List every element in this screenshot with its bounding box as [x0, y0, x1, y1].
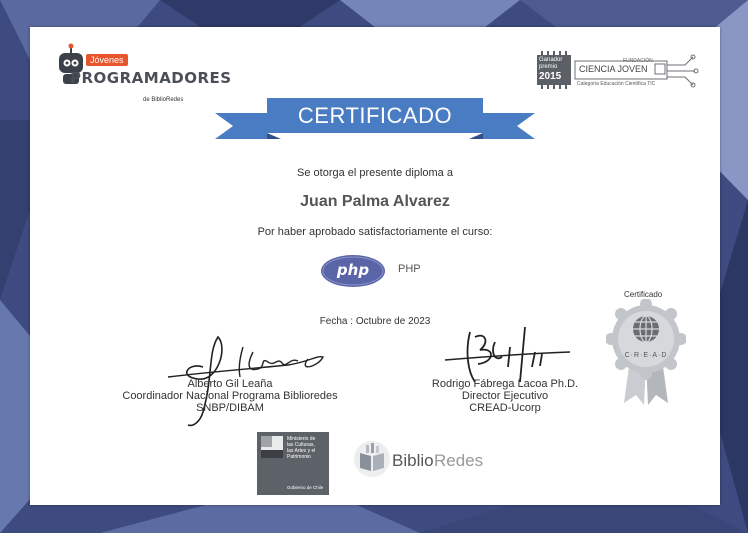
- ministerio-line4: Patrimonio: [287, 454, 311, 460]
- brand-title: PROGRAMADORES: [70, 69, 232, 87]
- brand-subtitle: de BiblioRedes: [143, 97, 184, 103]
- certified-label: Certificado: [624, 290, 663, 299]
- chile-emblem-icon: [261, 436, 283, 458]
- award-name: CIENCIA JOVEN: [579, 64, 648, 74]
- seal-text: C·R·E·A·D: [624, 352, 668, 359]
- ciencia-joven-award: Ganador premio 2015 FUNDACIÓN CIENCIA JO…: [535, 51, 700, 91]
- ministerio-gov: Gobierno de Chile: [287, 485, 324, 490]
- award-year: 2015: [539, 71, 562, 82]
- grant-text: Se otorga el presente diploma a: [297, 167, 453, 179]
- signatory-left-org: SNBP/DIBAM: [196, 402, 264, 414]
- signatory-left-name: Alberto Gil Leaña: [187, 378, 273, 390]
- ministerio-culturas-logo: Ministerio de las Culturas, las Artes y …: [257, 432, 329, 495]
- award-caption: Categoría Educación Científica TIC: [577, 81, 656, 87]
- certificate-ribbon: CERTIFICADO: [215, 95, 535, 145]
- book-icon: [354, 441, 390, 477]
- biblioredes-logo: Biblio Redes: [352, 439, 502, 479]
- redes-text: Redes: [434, 451, 484, 470]
- recipient-name: Juan Palma Alvarez: [300, 193, 450, 210]
- biblio-text: Biblio: [392, 451, 434, 470]
- award-line2: premio: [539, 64, 558, 70]
- signatory-right: Rodrigo Fábrega Lacoa Ph.D. Director Eje…: [395, 378, 615, 414]
- certificate-paper: Jóvenes PROGRAMADORES de BiblioRedes Gan…: [30, 27, 720, 505]
- course-name: PHP: [398, 263, 421, 275]
- php-logo: php: [320, 254, 386, 293]
- jovenes-programadores-logo: Jóvenes PROGRAMADORES de BiblioRedes: [48, 41, 231, 103]
- signatory-right-role: Director Ejecutivo: [461, 390, 549, 402]
- php-logo-text: php: [336, 261, 370, 279]
- signatory-right-name: Rodrigo Fábrega Lacoa Ph.D.: [431, 378, 579, 390]
- cread-seal: C·R·E·A·D: [605, 298, 687, 409]
- certificate-title: CERTIFICADO: [297, 103, 453, 128]
- reason-text: Por haber aprobado satisfactoriamente el…: [257, 226, 493, 238]
- award-line1: Ganador: [539, 57, 563, 63]
- signatory-right-org: CREAD-Ucorp: [469, 402, 541, 414]
- signatory-left: Alberto Gil Leaña Coordinador Nacional P…: [100, 378, 360, 414]
- signatory-left-role: Coordinador Nacional Programa Bibliorede…: [122, 390, 338, 402]
- brand-small-label: Jóvenes: [86, 54, 128, 66]
